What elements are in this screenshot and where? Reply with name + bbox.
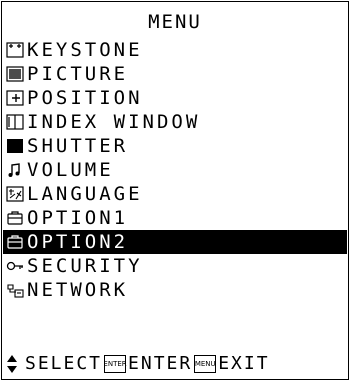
exit-label: EXIT	[218, 353, 270, 374]
menu-item-label: SECURITY	[27, 255, 143, 277]
menu-item-option1[interactable]: OPTION1	[3, 206, 347, 230]
menu-panel: MENU KEYSTONE PICTURE POSITION INDEX WIN…	[1, 1, 349, 380]
menu-item-keystone[interactable]: KEYSTONE	[3, 38, 347, 62]
volume-icon	[5, 160, 25, 180]
index-window-icon	[5, 112, 25, 132]
position-icon	[5, 88, 25, 108]
menu-item-label: SHUTTER	[27, 135, 129, 157]
menu-item-label: PICTURE	[27, 63, 129, 85]
language-icon	[5, 184, 25, 204]
menu-item-label: VOLUME	[27, 159, 114, 181]
menu-item-label: OPTION1	[27, 207, 129, 229]
key-guide: SELECT ENTER ENTER MENU EXIT	[3, 351, 347, 377]
menu-title: MENU	[148, 11, 202, 33]
menu-item-shutter[interactable]: SHUTTER	[3, 134, 347, 158]
enter-label: ENTER	[128, 353, 193, 374]
picture-icon	[5, 64, 25, 84]
menu-item-volume[interactable]: VOLUME	[3, 158, 347, 182]
menu-key-icon: MENU	[194, 355, 217, 373]
menu-item-position[interactable]: POSITION	[3, 86, 347, 110]
security-icon	[5, 256, 25, 276]
menu-item-picture[interactable]: PICTURE	[3, 62, 347, 86]
up-down-arrows-icon	[6, 354, 22, 374]
menu-item-label: NETWORK	[27, 279, 129, 301]
menu-item-label: LANGUAGE	[27, 183, 143, 205]
select-label: SELECT	[25, 353, 103, 374]
menu-item-label: KEYSTONE	[27, 39, 143, 61]
option-icon	[5, 232, 25, 252]
menu-item-label: OPTION2	[27, 231, 129, 253]
network-icon	[5, 280, 25, 300]
menu-item-label: POSITION	[27, 87, 143, 109]
menu-item-option2[interactable]: OPTION2	[3, 230, 347, 254]
keystone-icon	[5, 40, 25, 60]
menu-item-security[interactable]: SECURITY	[3, 254, 347, 278]
menu-item-label: INDEX WINDOW	[27, 111, 201, 133]
menu-item-language[interactable]: LANGUAGE	[3, 182, 347, 206]
shutter-icon	[5, 136, 25, 156]
option-icon	[5, 208, 25, 228]
menu-item-index-window[interactable]: INDEX WINDOW	[3, 110, 347, 134]
menu-item-network[interactable]: NETWORK	[3, 278, 347, 302]
enter-key-icon: ENTER	[103, 355, 127, 373]
